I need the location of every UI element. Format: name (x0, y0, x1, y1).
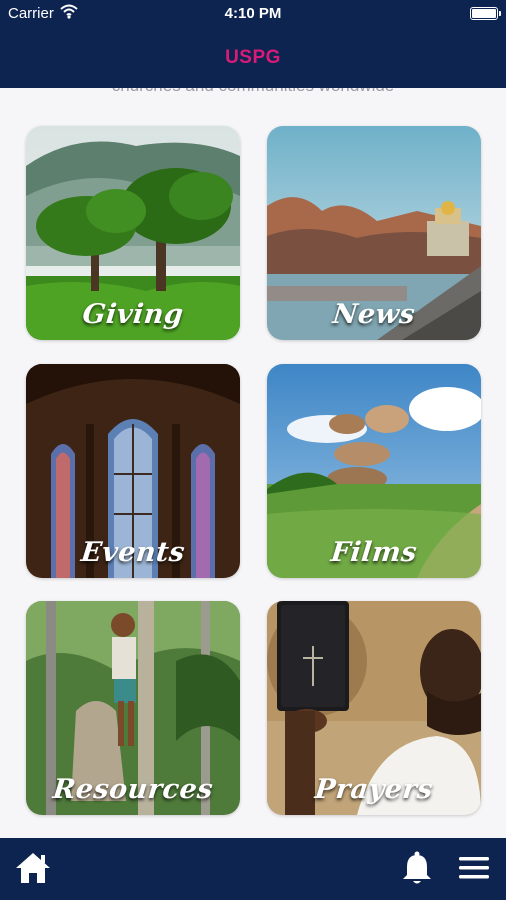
tile-news[interactable]: News (267, 126, 481, 340)
menu-icon[interactable] (458, 855, 490, 881)
tile-giving[interactable]: Giving (26, 126, 240, 340)
tagline: churches and communities worldwide (0, 88, 506, 96)
page-title: USPG (225, 47, 281, 68)
tile-label: Events (79, 537, 187, 568)
tile-label: Giving (80, 299, 186, 330)
tile-films[interactable]: Films (267, 364, 481, 578)
tab-bar (0, 838, 506, 900)
tile-label: Prayers (313, 774, 435, 805)
tile-resources[interactable]: Resources (26, 601, 240, 815)
bell-icon[interactable] (400, 850, 434, 886)
tile-events[interactable]: Events (26, 364, 240, 578)
status-time: 4:10 PM (224, 5, 282, 22)
main-content[interactable]: churches and communities worldwide Givin… (0, 88, 506, 838)
tile-label: Resources (51, 774, 215, 805)
home-icon[interactable] (14, 850, 52, 886)
tile-prayers[interactable]: Prayers (267, 601, 481, 815)
tile-label: News (331, 299, 417, 330)
nav-bar: USPG (0, 28, 506, 88)
status-bar: Carrier 4:10 PM (0, 0, 506, 28)
battery-icon (470, 7, 501, 20)
tile-label: Films (329, 537, 419, 568)
